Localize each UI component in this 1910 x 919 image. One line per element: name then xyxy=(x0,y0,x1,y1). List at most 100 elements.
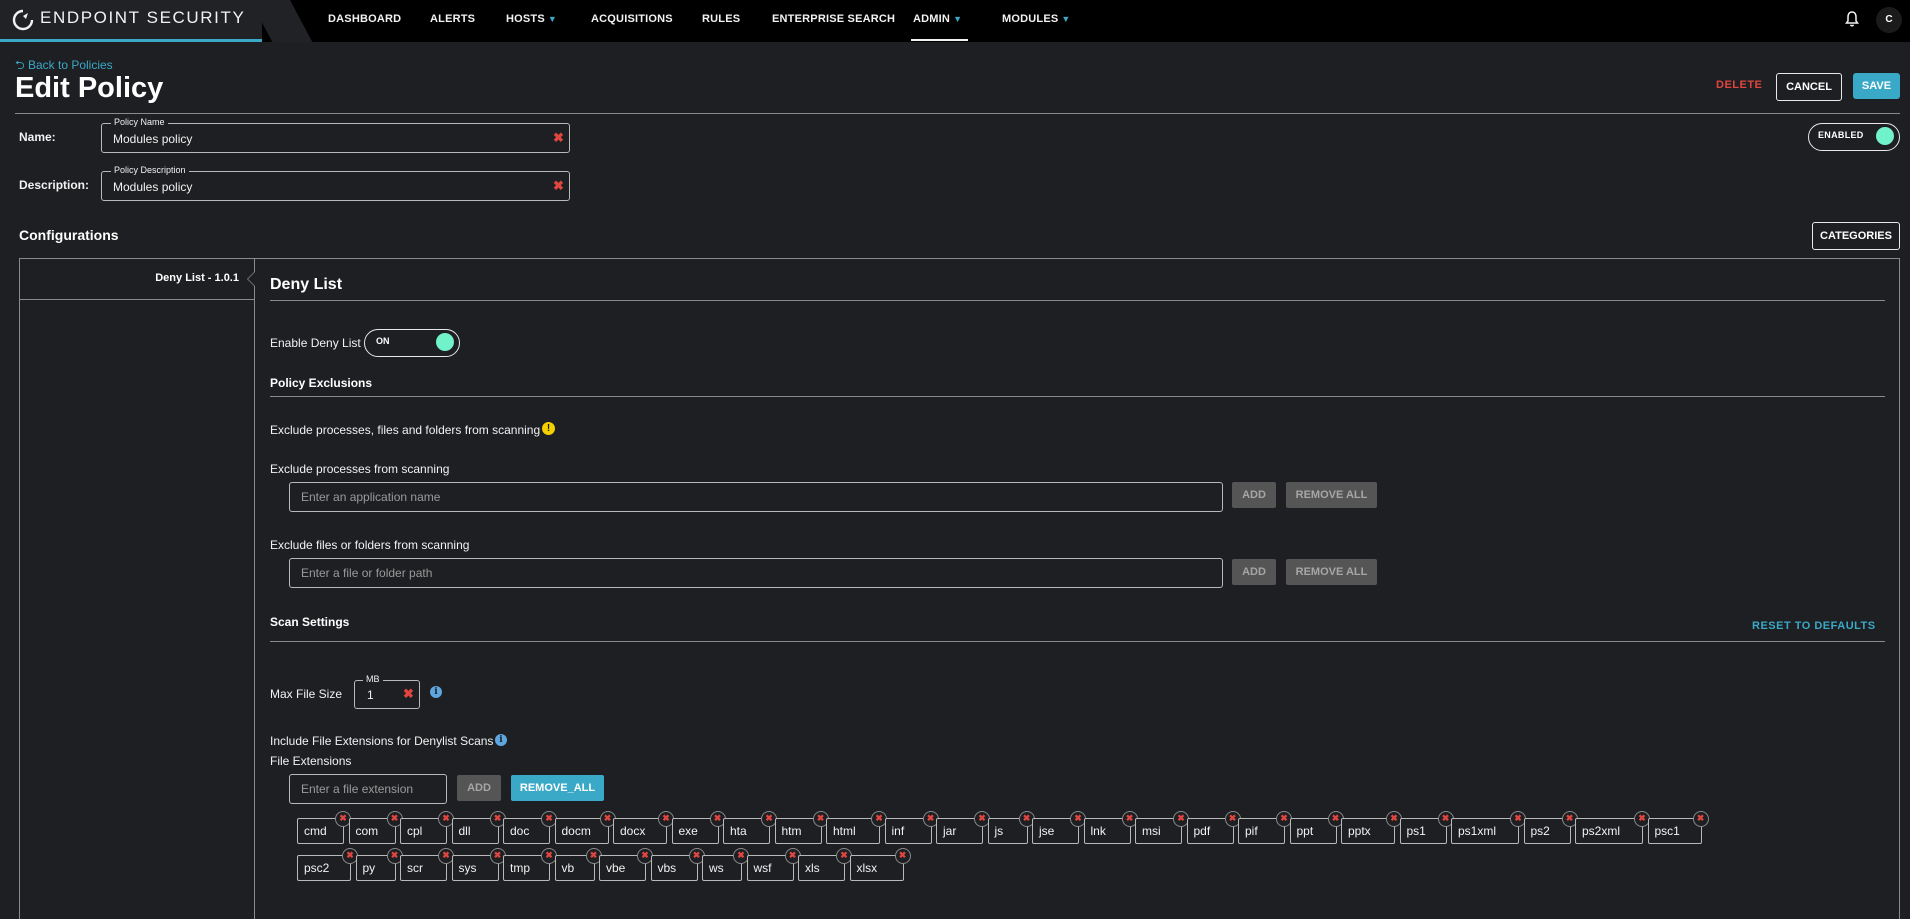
extension-chip: pdf ✖ xyxy=(1186,811,1241,844)
clear-name-icon[interactable]: ✖ xyxy=(553,130,564,146)
cancel-button[interactable]: CANCEL xyxy=(1776,73,1842,101)
extension-chip-label: msi xyxy=(1142,824,1161,838)
extension-chip: ps1 ✖ xyxy=(1399,811,1454,844)
remove-extension-icon[interactable]: ✖ xyxy=(1692,811,1709,827)
extension-chip: vbs ✖ xyxy=(650,848,705,881)
extension-chip-label: sys xyxy=(458,861,477,875)
section-divider xyxy=(270,396,1885,397)
extension-chip: ps2 ✖ xyxy=(1523,811,1578,844)
info-icon[interactable]: i xyxy=(495,734,507,746)
extension-chip: cpl ✖ xyxy=(400,811,454,844)
extension-chip: hta ✖ xyxy=(723,811,777,844)
extension-chip: msi ✖ xyxy=(1135,811,1189,844)
save-button[interactable]: SAVE xyxy=(1853,73,1900,99)
extension-chip: ppt ✖ xyxy=(1289,811,1344,844)
nav-dashboard[interactable]: DASHBOARD xyxy=(328,13,401,25)
input-placeholder: Enter an application name xyxy=(301,490,441,504)
user-avatar[interactable]: C xyxy=(1876,7,1902,33)
deny-list-title: Deny List xyxy=(270,276,343,293)
add-extension-button[interactable]: ADD xyxy=(457,775,501,801)
add-process-button[interactable]: ADD xyxy=(1232,482,1276,508)
brand-name: ENDPOINT SECURITY xyxy=(40,8,246,27)
configuration-list: Deny List - 1.0.1 xyxy=(20,259,255,919)
categories-button[interactable]: CATEGORIES xyxy=(1812,222,1900,250)
chevron-down-icon: ▼ xyxy=(547,14,558,24)
bell-icon[interactable] xyxy=(1844,10,1860,28)
nav-admin[interactable]: ADMIN ▼ xyxy=(913,13,962,25)
max-file-size-unit: MB xyxy=(363,673,383,685)
extension-chip: jar ✖ xyxy=(936,811,990,844)
remove-all-processes-button[interactable]: REMOVE ALL xyxy=(1286,482,1377,508)
extension-chip: cmd ✖ xyxy=(297,811,351,844)
add-file-button[interactable]: ADD xyxy=(1232,559,1276,585)
back-link-label: Back to Policies xyxy=(27,58,113,72)
reset-to-defaults-link[interactable]: RESET TO DEFAULTS xyxy=(1752,620,1876,632)
extension-chip-label: psc1 xyxy=(1654,824,1680,838)
nav-alerts[interactable]: ALERTS xyxy=(430,13,475,25)
input-placeholder: Enter a file or folder path xyxy=(301,566,433,580)
remove-all-extensions-button[interactable]: REMOVE_ALL xyxy=(511,775,604,801)
include-extensions-label: Include File Extensions for Denylist Sca… xyxy=(270,734,494,748)
max-file-size-label: Max File Size xyxy=(270,687,343,701)
extension-chip-label: js xyxy=(994,824,1004,838)
extension-chip: lnk ✖ xyxy=(1083,811,1138,844)
extension-chip-label: vbs xyxy=(657,861,677,875)
info-icon[interactable]: i xyxy=(430,686,442,698)
extension-chip-label: jar xyxy=(943,824,957,838)
extension-chip-label: ps1xml xyxy=(1458,824,1497,838)
exclude-processes-input[interactable]: Enter an application name xyxy=(289,482,1223,512)
extension-chip: psc2 ✖ xyxy=(297,848,358,881)
extension-chip: xls ✖ xyxy=(798,848,852,881)
extension-chip: com ✖ xyxy=(348,811,403,844)
extension-chip-label: hta xyxy=(730,824,747,838)
extension-chip: docm ✖ xyxy=(554,811,616,844)
nav-acquisitions[interactable]: ACQUISITIONS xyxy=(591,13,673,25)
remove-extension-icon[interactable]: ✖ xyxy=(894,848,911,864)
toggle-knob xyxy=(1876,127,1894,145)
nav-label: ADMIN xyxy=(913,13,951,25)
policy-name-legend: Policy Name xyxy=(111,116,168,128)
max-file-size-field[interactable]: MB 1 ✖ xyxy=(354,673,420,709)
policy-name-value: Modules policy xyxy=(113,132,193,146)
description-label: Description: xyxy=(19,178,90,192)
policy-description-legend: Policy Description xyxy=(111,164,189,176)
policy-description-value: Modules policy xyxy=(113,180,193,194)
file-extensions-label: File Extensions xyxy=(270,754,352,768)
extension-chip: ws ✖ xyxy=(702,848,749,881)
remove-all-files-button[interactable]: REMOVE ALL xyxy=(1286,559,1377,585)
clear-description-icon[interactable]: ✖ xyxy=(553,178,564,194)
nav-modules[interactable]: MODULES ▼ xyxy=(1002,13,1071,25)
exclude-processes-label: Exclude processes from scanning xyxy=(270,462,450,476)
extension-chip: docx ✖ xyxy=(613,811,674,844)
nav-rules[interactable]: RULES xyxy=(702,13,740,25)
extension-chip-label: wsf xyxy=(753,861,772,875)
extension-chip-label: py xyxy=(362,861,376,875)
extension-chip: js ✖ xyxy=(987,811,1035,844)
deny-toggle-label: ON xyxy=(376,336,390,346)
extension-chip-label: docm xyxy=(561,824,591,838)
clear-max-file-size-icon[interactable]: ✖ xyxy=(403,686,414,702)
extension-chip-label: inf xyxy=(891,824,905,838)
config-item-deny-list[interactable]: Deny List - 1.0.1 xyxy=(20,259,254,300)
brand-area[interactable]: ENDPOINT SECURITY xyxy=(0,0,262,42)
policy-exclusions-title: Policy Exclusions xyxy=(270,376,373,390)
file-extension-input[interactable]: Enter a file extension xyxy=(289,774,447,804)
nav-label: DASHBOARD xyxy=(328,13,402,25)
nav-hosts[interactable]: HOSTS ▼ xyxy=(506,13,557,25)
extension-chip: vbe ✖ xyxy=(599,848,653,881)
extension-chip: pptx ✖ xyxy=(1341,811,1402,844)
chevron-down-icon: ▼ xyxy=(1061,14,1071,24)
extension-chip-label: ps2 xyxy=(1530,824,1550,838)
extension-chip: xlsx ✖ xyxy=(849,848,911,881)
extension-chip: vb ✖ xyxy=(554,848,602,881)
enable-deny-list-toggle[interactable]: ON xyxy=(364,329,460,357)
policy-enabled-toggle[interactable]: ENABLED xyxy=(1808,123,1900,151)
extension-chip-label: dll xyxy=(458,824,471,838)
policy-name-field[interactable]: Policy Name Modules policy ✖ xyxy=(101,116,570,153)
exclude-files-input[interactable]: Enter a file or folder path xyxy=(289,558,1223,588)
nav-enterprise-search[interactable]: ENTERPRISE SEARCH xyxy=(772,13,895,25)
nav-label: ALERTS xyxy=(430,13,476,25)
delete-button[interactable]: DELETE xyxy=(1716,79,1762,91)
policy-description-field[interactable]: Policy Description Modules policy ✖ xyxy=(101,164,570,201)
warning-icon[interactable]: ! xyxy=(542,422,555,435)
